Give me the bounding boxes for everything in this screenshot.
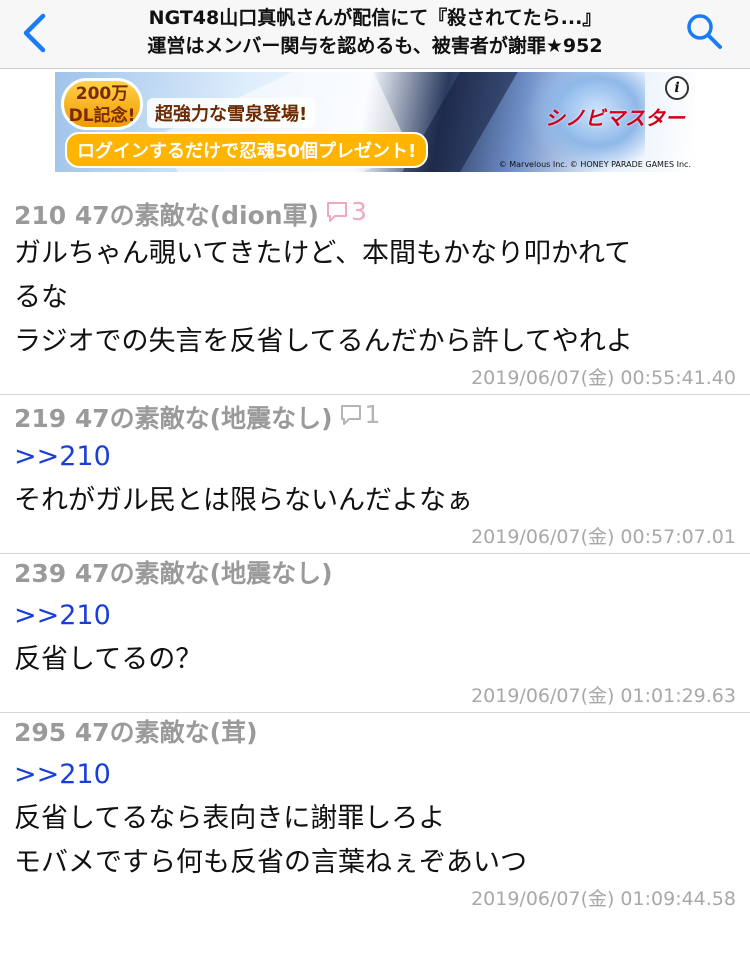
search-icon [687, 14, 722, 49]
reply-anchor-link[interactable]: >>210 [14, 435, 736, 479]
post-header: 219 47の素敵な(地震なし) 1 [14, 395, 736, 435]
post-line: るな [14, 282, 68, 313]
post-list: 210 47の素敵な(dion軍) 3 ガルちゃん覗いてきたけど、本間もかなり叩… [0, 192, 750, 915]
post-body: >>210 それがガル民とは限らないんだよなぁ [14, 435, 736, 523]
post-item: 219 47の素敵な(地震なし) 1 >>210 それがガル民とは限らないんだよ… [0, 395, 750, 554]
post-body: >>210 反省してるの？ [14, 594, 736, 682]
banner-promo: ログインするだけで忍魂50個プレゼント! [65, 132, 429, 168]
search-button[interactable] [680, 8, 728, 54]
post-line: 反省してるなら表向きに謝罪しろよ [14, 803, 446, 834]
reply-count-value: 3 [350, 197, 367, 226]
post-date: 2019/06/07(金) 01:09:44.58 [471, 888, 736, 910]
post-line: それがガル民とは限らないんだよなぁ [14, 485, 473, 516]
thread-title-line2: 運営はメンバー関与を認めるも、被害者が謝罪★952 [147, 35, 603, 57]
post-body: ガルちゃん覗いてきたけど、本間もかなり叩かれて るな ラジオでの失言を反省してる… [14, 232, 736, 364]
post-line: モバメですら何も反省の言葉ねぇぞあいつ [14, 847, 527, 878]
ad-banner[interactable]: 200万 DL記念! 超強力な雪泉登場! ログインするだけで忍魂50個プレゼント… [55, 72, 695, 172]
reply-count-value: 1 [364, 400, 381, 429]
banner-logo: シノビマスター [545, 106, 685, 130]
post-header-text: 295 47の素敵な(茸) [14, 718, 258, 747]
reply-anchor-link[interactable]: >>210 [14, 753, 736, 797]
speech-bubble-icon [326, 202, 347, 222]
post-item: 210 47の素敵な(dion軍) 3 ガルちゃん覗いてきたけど、本間もかなり叩… [0, 192, 750, 395]
post-date: 2019/06/07(金) 00:57:07.01 [471, 526, 736, 548]
banner-badge: 200万 DL記念! [61, 78, 143, 130]
post-date: 2019/06/07(金) 00:55:41.40 [471, 367, 736, 389]
post-date: 2019/06/07(金) 01:01:29.63 [471, 685, 736, 707]
post-line: ガルちゃん覗いてきたけど、本間もかなり叩かれて [14, 238, 632, 269]
reply-anchor-link[interactable]: >>210 [14, 594, 736, 638]
back-button[interactable] [14, 10, 54, 56]
banner-copyright: © Marvelous Inc. © HONEY PARADE GAMES In… [498, 160, 691, 169]
reply-count[interactable]: 3 [325, 192, 367, 232]
navigation-bar: NGT48山口真帆さんが配信にて『殺されてたら...』 運営はメンバー関与を認め… [0, 0, 750, 69]
thread-title: NGT48山口真帆さんが配信にて『殺されてたら...』 運営はメンバー関与を認め… [90, 4, 660, 60]
post-header: 210 47の素敵な(dion軍) 3 [14, 192, 736, 232]
post-line: 反省してるの？ [14, 644, 203, 675]
post-header: 239 47の素敵な(地震なし) [14, 554, 736, 594]
post-header-text: 210 47の素敵な(dion軍) [14, 201, 319, 230]
post-item: 295 47の素敵な(茸) >>210 反省してるなら表向きに謝罪しろよ モバメ… [0, 713, 750, 915]
post-header-text: 219 47の素敵な(地震なし) [14, 404, 333, 433]
info-icon[interactable]: i [665, 76, 689, 100]
banner-headline: 超強力な雪泉登場! [147, 98, 316, 128]
post-header: 295 47の素敵な(茸) [14, 713, 736, 753]
post-item: 239 47の素敵な(地震なし) >>210 反省してるの？ 2019/06/0… [0, 554, 750, 713]
reply-count[interactable]: 1 [339, 395, 381, 435]
speech-bubble-icon [340, 405, 361, 425]
chevron-left-icon [23, 13, 46, 53]
post-line: ラジオでの失言を反省してるんだから許してやれよ [14, 326, 633, 357]
thread-title-line1: NGT48山口真帆さんが配信にて『殺されてたら...』 [148, 7, 602, 29]
post-body: >>210 反省してるなら表向きに謝罪しろよ モバメですら何も反省の言葉ねぇぞあ… [14, 753, 736, 885]
post-header-text: 239 47の素敵な(地震なし) [14, 559, 333, 588]
